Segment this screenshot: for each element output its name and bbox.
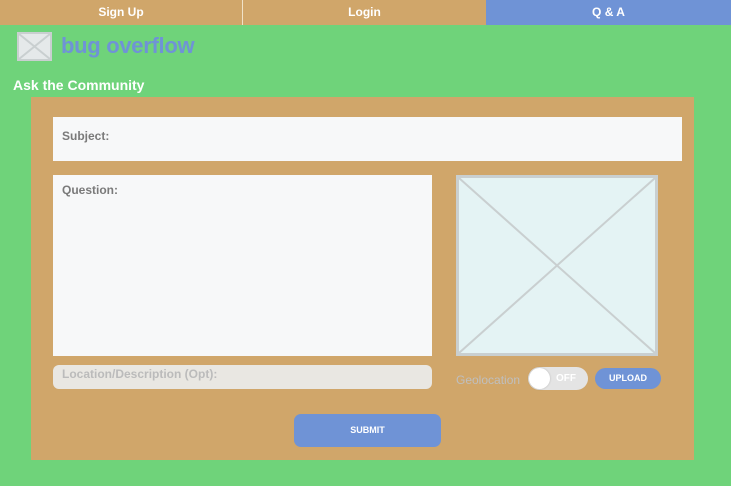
image-placeholder-icon[interactable] — [456, 175, 658, 356]
toggle-state: OFF — [556, 373, 576, 384]
geolocation-label: Geolocation — [456, 373, 521, 387]
location-placeholder: Location/Description (Opt): — [62, 367, 218, 381]
upload-button[interactable]: UPLOAD — [595, 368, 661, 389]
subject-label: Subject: — [62, 129, 110, 143]
geolocation-toggle[interactable]: OFF — [528, 367, 588, 390]
tab-q-and-a[interactable]: Q & A — [486, 0, 731, 25]
submit-button[interactable]: SUBMIT — [294, 414, 441, 447]
ask-form-panel: Subject: Question: Location/Description … — [31, 97, 694, 460]
question-label: Question: — [62, 183, 118, 197]
question-field[interactable]: Question: — [53, 175, 432, 356]
image-placeholder-icon — [17, 32, 52, 61]
page-title: Ask the Community — [13, 77, 145, 93]
tab-login[interactable]: Login — [243, 0, 486, 25]
top-nav: Sign Up Login Q & A — [0, 0, 731, 25]
toggle-knob — [529, 368, 550, 389]
brand-name[interactable]: bug overflow — [61, 33, 195, 59]
subject-field[interactable]: Subject: — [53, 117, 682, 161]
tab-sign-up[interactable]: Sign Up — [0, 0, 243, 25]
location-input[interactable]: Location/Description (Opt): — [53, 365, 432, 389]
